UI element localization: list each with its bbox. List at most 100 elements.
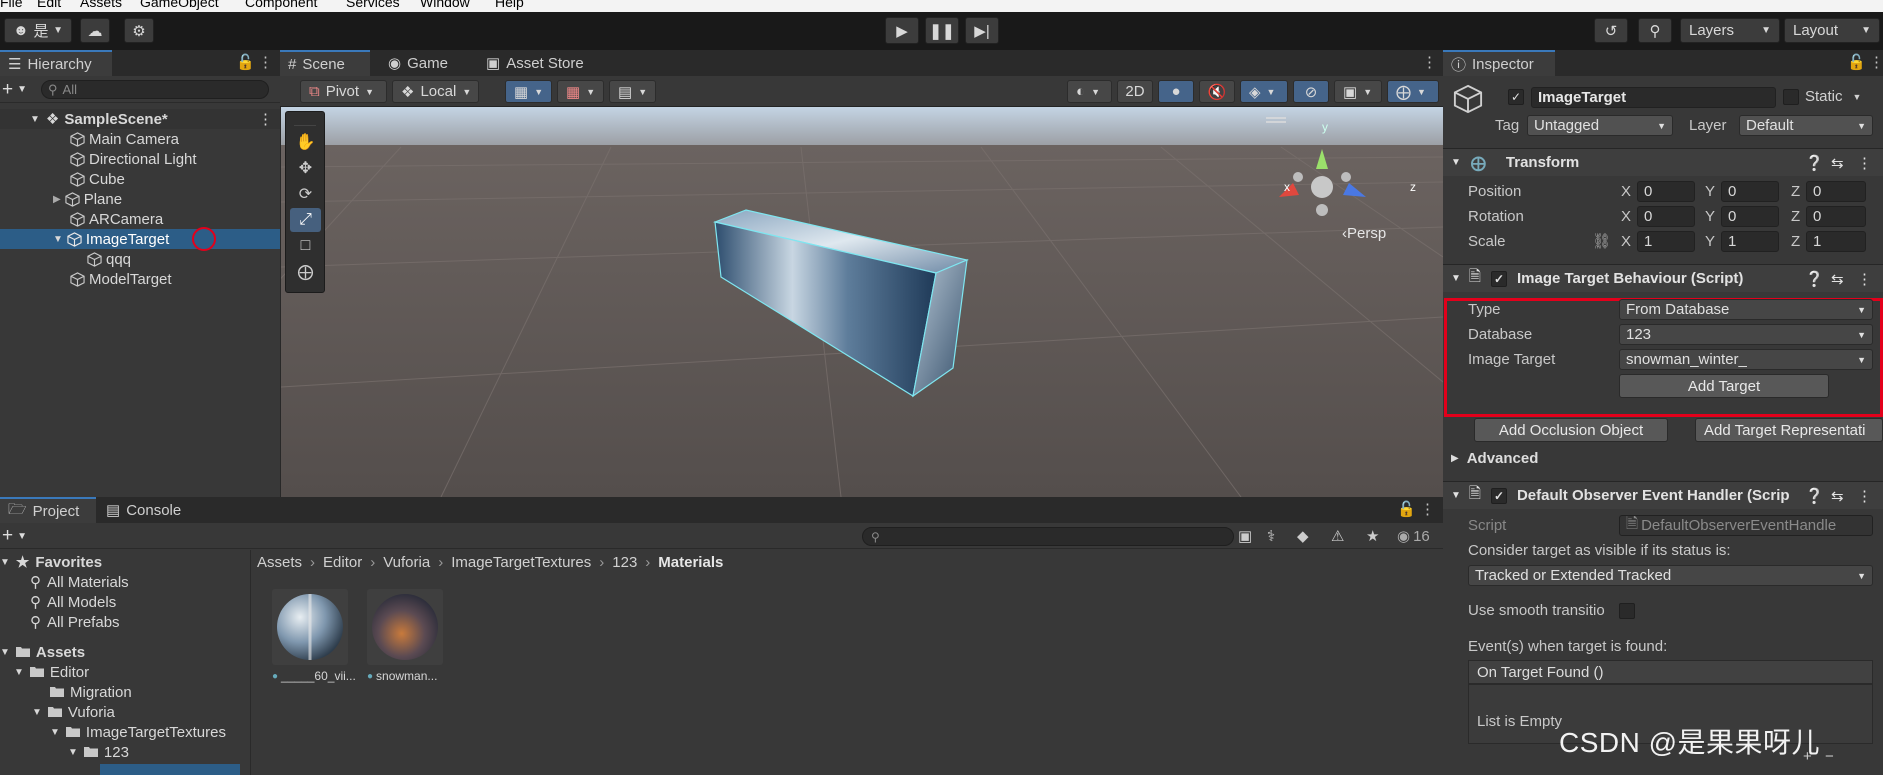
asset-material-2[interactable]: ● snowman... [367,589,447,689]
rotate-tool-button[interactable]: ⟳ [290,182,321,206]
scene-viewport[interactable]: y x z ‹Persp ✋ ✥ ⟳ ⤢ □ ⨁ [281,107,1443,497]
favorite-all-materials[interactable]: ⚲ All Materials [30,572,129,592]
rotation-z-field[interactable]: 0 [1806,206,1866,227]
search-by-type-icon[interactable]: ▣ [1238,527,1252,545]
static-toggle[interactable]: Static ▼ [1783,88,1881,105]
mode-2d-button[interactable]: 2D [1117,80,1153,103]
audio-toggle[interactable]: 🔇 [1199,80,1235,103]
collapse-arrow-icon[interactable]: ▼ [1451,273,1461,284]
breadcrumb-123[interactable]: 123 [612,554,637,571]
hierarchy-item-plane[interactable]: ▶ Plane [0,189,280,209]
menu-assets[interactable]: Assets [80,0,122,10]
ruler-button[interactable]: ▤ ▼ [609,80,656,103]
favorites-row[interactable]: ▼ ★ Favorites [0,552,102,572]
play-button[interactable]: ▶ [885,17,919,44]
component-enabled-checkbox[interactable]: ✓ [1490,270,1507,287]
collapse-arrow-icon[interactable]: ▼ [1451,157,1461,168]
menu-services[interactable]: Services [346,0,400,10]
link-icon[interactable]: ⛓ [1592,232,1611,250]
add-occlusion-object-button[interactable]: Add Occlusion Object [1474,418,1668,442]
help-icon[interactable]: ❔ [1805,486,1824,505]
image-target-dropdown[interactable]: snowman_winter_ ▼ [1619,349,1873,370]
menu-help[interactable]: Help [495,0,524,10]
undo-history-button[interactable]: ↺ [1594,18,1628,43]
pivot-dropdown[interactable]: ⧉ Pivot ▼ [300,80,387,103]
tree-migration[interactable]: Migration [50,682,132,702]
image-target-behaviour-header[interactable]: ▼ 🗎 ✓ Image Target Behaviour (Script) ❔ … [1443,264,1883,292]
palette-grip[interactable] [294,114,316,126]
hierarchy-item-imagetarget[interactable]: ▼ ImageTarget [0,227,280,251]
more-menu-icon[interactable]: ⋮ [1857,154,1872,172]
asset-material-1[interactable]: ● _____60_vii... [272,589,356,689]
assets-row[interactable]: ▼ Assets [0,642,85,662]
remove-event-icon[interactable]: − [1825,748,1834,765]
expand-arrow-icon[interactable]: ▼ [30,114,40,125]
expand-arrow-icon[interactable]: ▶ [53,194,61,205]
scale-y-field[interactable]: 1 [1721,231,1779,252]
position-y-field[interactable]: 0 [1721,181,1779,202]
lock-icon[interactable]: 🔓 [236,53,255,71]
tab-project[interactable]: 🗁 Project [0,497,96,523]
expand-arrow-icon[interactable]: ▼ [68,747,78,758]
active-checkbox[interactable]: ✓ [1508,89,1524,105]
advanced-foldout[interactable]: ▶ Advanced [1451,450,1538,467]
collab-settings-button[interactable]: ⚙ [124,18,154,43]
expand-arrow-icon[interactable]: ▼ [0,647,10,658]
layer-dropdown[interactable]: Default ▼ [1739,115,1873,136]
label-icon[interactable]: ◆ [1297,527,1309,545]
expand-arrow-icon[interactable]: ▼ [53,234,63,245]
tab-inspector[interactable]: ⓘ Inspector [1443,50,1555,76]
account-dropdown[interactable]: ☻ 是 ▼ [4,18,72,43]
breadcrumb-assets[interactable]: Assets [257,554,302,571]
hand-tool-button[interactable]: ✋ [290,130,321,154]
more-menu-icon[interactable]: ⋮ [258,110,273,128]
grid-snap-button[interactable]: ▦ ▼ [505,80,552,103]
tree-imagetargettextures[interactable]: ▼ ImageTargetTextures [50,722,226,742]
transform-header[interactable]: ▼ ⨁ Transform ❔ ⇆ ⋮ [1443,148,1883,176]
collapse-arrow-icon[interactable]: ▼ [1451,490,1461,501]
more-menu-icon[interactable]: ⋮ [1857,487,1872,505]
tree-materials-selected[interactable] [100,764,240,775]
preset-icon[interactable]: ⇆ [1831,270,1844,288]
tree-123[interactable]: ▼ 123 [68,742,129,762]
transform-tool-button[interactable]: ⨁ [290,260,321,284]
gizmos-dropdown[interactable]: ⨁ ▼ [1387,80,1439,103]
breadcrumb-vuforia[interactable]: Vuforia [383,554,430,571]
type-dropdown[interactable]: From Database ▼ [1619,299,1873,320]
menu-component[interactable]: Component [245,0,317,10]
effects-dropdown[interactable]: ◈ ▼ [1240,80,1288,103]
hierarchy-search-input[interactable]: ⚲ All [41,80,270,99]
search-button[interactable]: ⚲ [1638,18,1672,43]
more-menu-icon[interactable]: ⋮ [258,53,273,71]
hierarchy-item-arcamera[interactable]: ARCamera [0,209,280,229]
hierarchy-item-directional-light[interactable]: Directional Light [0,149,280,169]
rotation-x-field[interactable]: 0 [1637,206,1695,227]
project-search-input[interactable]: ⚲ [862,527,1234,546]
observer-handler-header[interactable]: ▼ 🗎 ✓ Default Observer Event Handler (Sc… [1443,481,1883,509]
object-name-field[interactable]: ImageTarget [1531,87,1776,108]
breadcrumb-imagetargettextures[interactable]: ImageTargetTextures [451,554,591,571]
favorite-all-models[interactable]: ⚲ All Models [30,592,116,612]
position-x-field[interactable]: 0 [1637,181,1695,202]
add-icon[interactable]: + [2,525,13,547]
breadcrumb-materials[interactable]: Materials [658,554,723,571]
breadcrumb-editor[interactable]: Editor [323,554,362,571]
scale-tool-button[interactable]: ⤢ [290,208,321,232]
lighting-toggle[interactable]: ● [1158,80,1194,103]
more-menu-icon[interactable]: ⋮ [1857,270,1872,288]
expand-arrow-icon[interactable]: ▼ [50,727,60,738]
star-icon[interactable]: ★ [1366,527,1379,545]
scale-x-field[interactable]: 1 [1637,231,1695,252]
more-menu-icon[interactable]: ⋮ [1420,500,1435,518]
preset-icon[interactable]: ⇆ [1831,154,1844,172]
layout-dropdown[interactable]: Layout ▼ [1784,18,1880,43]
add-target-button[interactable]: Add Target [1619,374,1829,398]
scene-row[interactable]: ▼ ❖ SampleScene* ⋮ [0,109,280,129]
perspective-label[interactable]: ‹Persp [1342,225,1386,242]
status-dropdown[interactable]: Tracked or Extended Tracked ▼ [1468,565,1873,586]
chevron-down-icon[interactable]: ▼ [17,531,27,542]
hierarchy-item-qqq[interactable]: qqq [0,249,280,269]
hierarchy-item-main-camera[interactable]: Main Camera [0,129,280,149]
database-dropdown[interactable]: 123 ▼ [1619,324,1873,345]
tab-scene[interactable]: # Scene [280,50,370,76]
